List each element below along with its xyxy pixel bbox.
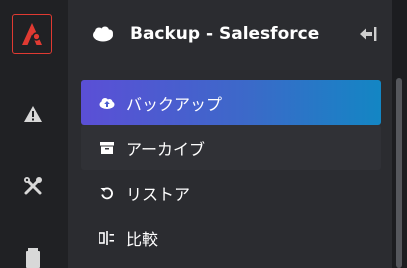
collapse-panel-button[interactable]	[358, 25, 378, 43]
nav-menu: バックアップ アーカイブ リストア 比較	[81, 80, 381, 260]
menu-item-label: バックアップ	[126, 94, 223, 114]
cloud-upload-icon	[99, 95, 115, 111]
compare-icon	[99, 230, 115, 246]
collapse-left-icon	[360, 27, 377, 41]
menu-item-label: リストア	[126, 184, 191, 204]
app-window: Backup - Salesforce バックアップ アーカイブ リストア 比較	[0, 0, 407, 268]
archive-icon	[99, 140, 115, 156]
warning-icon[interactable]	[22, 103, 44, 125]
menu-item-backup[interactable]: バックアップ	[81, 80, 381, 125]
menu-item-label: アーカイブ	[126, 139, 206, 159]
salesforce-cloud-icon	[92, 26, 114, 42]
panel-header: Backup - Salesforce	[68, 0, 392, 70]
restore-icon	[99, 185, 115, 201]
brand-logo-icon[interactable]	[12, 14, 52, 54]
menu-item-compare[interactable]: 比較	[81, 215, 381, 260]
side-panel: Backup - Salesforce バックアップ アーカイブ リストア 比較	[68, 0, 392, 268]
menu-item-archive[interactable]: アーカイブ	[81, 125, 381, 170]
document-icon[interactable]	[22, 247, 44, 268]
page-title: Backup - Salesforce	[130, 24, 320, 44]
menu-item-restore[interactable]: リストア	[81, 170, 381, 215]
menu-item-label: 比較	[126, 229, 159, 249]
scrollbar-thumb[interactable]	[396, 78, 402, 268]
icon-rail	[0, 0, 68, 268]
tools-icon[interactable]	[22, 175, 44, 197]
